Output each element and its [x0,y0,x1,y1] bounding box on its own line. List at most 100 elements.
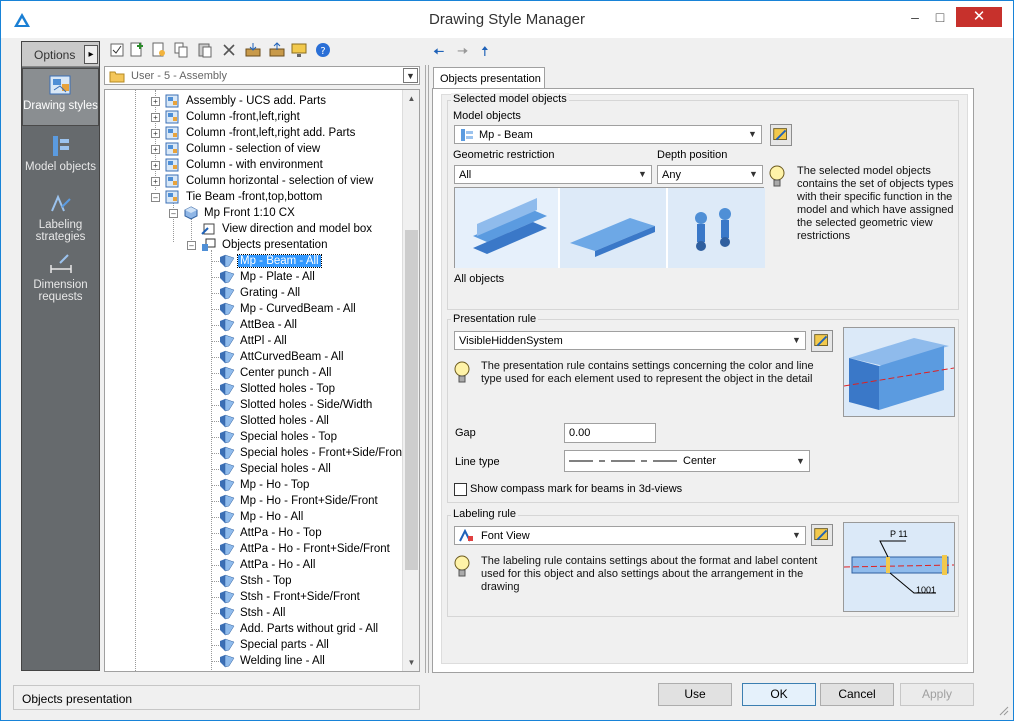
tree-item-object[interactable]: Special holes - Front+Side/Front [219,445,407,461]
check-icon[interactable] [109,42,125,58]
tree-item-object[interactable]: Mp - Beam - All [219,253,322,269]
drawing-style-icon [165,190,179,204]
chevron-down-icon[interactable]: ▼ [403,68,418,83]
gap-input[interactable]: 0.00 [564,423,656,443]
scroll-thumb[interactable] [405,230,418,570]
tree-item-object[interactable]: AttPl - All [219,333,289,349]
tree-item[interactable]: Column -front,left,right [165,109,302,125]
edit-labeling-rule-button[interactable] [811,524,833,546]
monitor-icon[interactable] [291,42,307,58]
beam-preview-image [843,328,955,416]
new-style-icon[interactable] [129,42,145,58]
tree-item-object[interactable]: Center punch - All [219,365,333,381]
tree-item-object[interactable]: Stsh - Top [219,573,294,589]
import-icon[interactable] [245,42,261,58]
maximize-button[interactable]: □ [926,7,954,27]
compass-mark-checkbox[interactable] [454,483,467,496]
tree-item-object[interactable]: Add. Parts without grid - All [219,621,380,637]
chevron-down-icon[interactable]: ▼ [793,454,808,469]
tree-item-label: Center punch - All [240,367,332,379]
tree-item-object[interactable]: Slotted holes - All [219,413,331,429]
rail-item-labeling-strategies[interactable]: Labeling strategies [22,188,99,244]
tree-item-object[interactable]: Stsh - Front+Side/Front [219,589,362,605]
labeling-strategies-icon [50,194,71,212]
object-presentation-icon [220,638,235,652]
tree-item-object[interactable]: Special parts - All [219,637,331,653]
style-tree[interactable]: + Assembly - UCS add. Parts + Column -fr… [104,89,420,672]
delete-icon[interactable] [221,42,237,58]
edit-presentation-rule-button[interactable] [811,330,833,352]
export-icon[interactable] [269,42,285,58]
rail-item-dimension-requests[interactable]: Dimension requests [22,248,99,304]
tree-item-object[interactable]: Mp - Ho - Top [219,477,311,493]
tree-item-object[interactable]: AttBea - All [219,317,299,333]
tab-objects-presentation[interactable]: Objects presentation [433,67,545,89]
scroll-down-icon[interactable]: ▼ [403,654,419,671]
labeling-rule-info: The labeling rule contains settings abou… [481,555,818,593]
cancel-button[interactable]: Cancel [820,683,894,706]
resize-grip-icon[interactable] [997,704,1009,716]
tree-item[interactable]: Column -front,left,right add. Parts [165,125,357,141]
line-type-combo[interactable]: Center ▼ [564,450,810,472]
tree-item-object[interactable]: Welding line - All [219,653,327,669]
scroll-up-icon[interactable]: ▲ [403,90,419,107]
pane-splitter[interactable] [425,65,429,673]
use-button[interactable]: Use [658,683,732,706]
depth-position-combo[interactable]: Any ▼ [657,165,763,184]
tree-item-object[interactable]: Mp - CurvedBeam - All [219,301,358,317]
rail-item-drawing-styles[interactable]: Drawing styles [22,68,99,126]
paste-icon[interactable] [197,42,213,58]
help-icon[interactable]: ? [315,42,331,58]
label-mark-bottom: 1001 [916,585,937,595]
tree-item-objects-presentation[interactable]: Objects presentation [201,237,329,253]
chevron-down-icon[interactable]: ▼ [789,528,804,543]
tree-item-object[interactable]: AttPa - Ho - Front+Side/Front [219,541,392,557]
tree-item-object[interactable]: AttPa - Ho - All [219,557,317,573]
chevron-down-icon[interactable]: ▼ [746,167,761,182]
apply-button[interactable]: Apply [900,683,974,706]
geometric-restriction-combo[interactable]: All ▼ [454,165,652,184]
tree-item-object[interactable]: Slotted holes - Top [219,381,337,397]
chevron-down-icon[interactable]: ▼ [789,333,804,348]
chevron-down-icon[interactable]: ▼ [745,127,760,142]
objects-presentation-icon [202,238,216,251]
tree-item-object[interactable]: Special holes - Top [219,429,339,445]
tree-item[interactable]: Column - selection of view [165,141,322,157]
ok-button[interactable]: OK [742,683,816,706]
rail-item-label: Drawing styles [23,100,98,112]
tree-item-object[interactable]: Slotted holes - Side/Width [219,397,374,413]
new-document-icon[interactable] [151,42,167,58]
tree-item[interactable]: Column - with environment [165,157,325,173]
tree-item-object[interactable]: Stsh - All [219,605,287,621]
edit-model-objects-button[interactable] [770,124,792,146]
tree-item-view[interactable]: Mp Front 1:10 CX [183,205,297,221]
copy-icon[interactable] [173,42,189,58]
close-button[interactable]: ✕ [956,7,1002,27]
tree-item-object[interactable]: Mp - Ho - All [219,509,305,525]
back-arrow-icon[interactable]: 🠄 [433,41,444,65]
tree-item[interactable]: Column horizontal - selection of view [165,173,375,189]
model-objects-combo[interactable]: Mp - Beam ▼ [454,125,762,144]
labeling-rule-value: Font View [481,530,530,542]
up-arrow-icon[interactable]: 🠅 [481,41,489,65]
presentation-rule-combo[interactable]: VisibleHiddenSystem ▼ [454,331,806,350]
tree-item[interactable]: Tie Beam -front,top,bottom [165,189,324,205]
tree-item-object[interactable]: Mp - Plate - All [219,269,317,285]
line-type-value: Center [683,455,717,467]
chevron-down-icon[interactable]: ▼ [635,167,650,182]
minimize-button[interactable]: – [901,7,929,27]
tree-scrollbar[interactable]: ▲ ▼ [402,90,419,671]
labeling-rule-combo[interactable]: Font View ▼ [454,526,806,545]
tree-item-object[interactable]: Mp - Ho - Front+Side/Front [219,493,380,509]
tree-item-object[interactable]: AttCurvedBeam - All [219,349,346,365]
object-presentation-icon [220,542,235,556]
tree-item-object[interactable]: Grating - All [219,285,302,301]
location-combo[interactable]: User - 5 - Assembly ▼ [104,66,420,85]
forward-arrow-icon[interactable]: 🠆 [457,41,468,65]
tree-item-view-direction[interactable]: View direction and model box [201,221,374,237]
tree-item[interactable]: Assembly - UCS add. Parts [165,93,328,109]
collapse-rail-button[interactable]: ▸ [84,45,98,64]
rail-item-model-objects[interactable]: Model objects [22,130,99,180]
tree-item-object[interactable]: AttPa - Ho - Top [219,525,324,541]
tree-item-object[interactable]: Special holes - All [219,461,333,477]
